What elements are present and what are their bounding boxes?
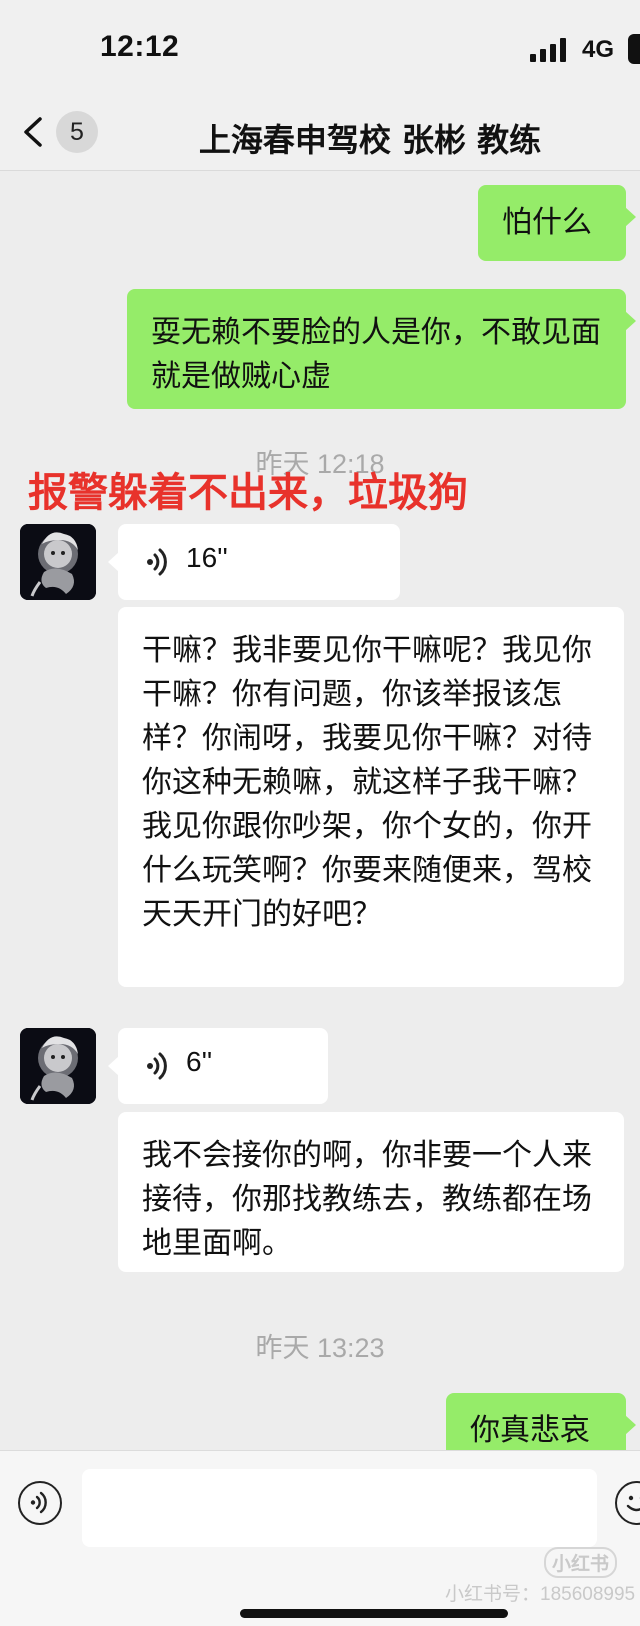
voice-message[interactable]: 16'' [118, 524, 400, 600]
emoji-icon [617, 1483, 640, 1522]
voice-wave-icon [144, 1050, 174, 1082]
message-text: 耍无赖不要脸的人是你，不敢见面就是做贼心虚 [151, 315, 601, 394]
voice-duration: 16'' [186, 542, 228, 574]
status-bar: 12:12 4G [0, 0, 640, 95]
signal-icon [530, 38, 570, 62]
voice-input-button[interactable] [18, 1481, 62, 1525]
avatar[interactable] [20, 524, 96, 600]
battery-icon [628, 34, 640, 64]
back-button[interactable]: 5 [20, 109, 104, 155]
voice-message[interactable]: 6'' [118, 1028, 328, 1104]
home-indicator[interactable] [240, 1609, 508, 1618]
chat-messages[interactable]: 怕什么 耍无赖不要脸的人是你，不敢见面就是做贼心虚 昨天 12:18 16'' … [0, 171, 640, 1450]
timestamp: 昨天 13:23 [0, 1326, 640, 1365]
message-incoming[interactable]: 我不会接你的啊，你非要一个人来接待，你那找教练去，教练都在场地里面啊。 [118, 1112, 624, 1272]
chat-header: 5 上海春申驾校 张彬 教练 [0, 95, 640, 171]
chat-title: 上海春申驾校 张彬 教练 [160, 115, 580, 161]
voice-duration: 6'' [186, 1046, 212, 1078]
message-text: 干嘛？我非要见你干嘛呢？我见你干嘛？你有问题，你该举报该怎样？你闹呀，我要见你干… [142, 633, 592, 932]
message-incoming[interactable]: 干嘛？我非要见你干嘛呢？我见你干嘛？你有问题，你该举报该怎样？你闹呀，我要见你干… [118, 607, 624, 987]
voice-input-icon [20, 1483, 59, 1522]
lion-avatar-icon [20, 1028, 96, 1104]
message-text: 你真悲哀 [470, 1413, 590, 1448]
back-chevron-icon [20, 117, 46, 147]
emoji-button[interactable] [615, 1481, 640, 1525]
avatar[interactable] [20, 1028, 96, 1104]
network-type: 4G [582, 36, 614, 64]
message-outgoing[interactable]: 怕什么 [478, 185, 626, 261]
lion-avatar-icon [20, 524, 96, 600]
message-text: 怕什么 [502, 205, 592, 240]
overlay-caption: 报警躲着不出来，垃圾狗 [28, 460, 468, 518]
watermark-logo: 小红书 [544, 1547, 617, 1578]
message-outgoing[interactable]: 耍无赖不要脸的人是你，不敢见面就是做贼心虚 [127, 289, 626, 409]
unread-count-badge: 5 [56, 111, 98, 153]
watermark-user-id: 小红书号：185608995 [445, 1579, 635, 1606]
voice-wave-icon [144, 546, 174, 578]
status-time: 12:12 [100, 30, 179, 64]
message-text: 我不会接你的啊，你非要一个人来接待，你那找教练去，教练都在场地里面啊。 [142, 1138, 592, 1261]
input-bar: 小红书 小红书号：185608995 [0, 1450, 640, 1626]
message-input[interactable] [82, 1469, 597, 1547]
